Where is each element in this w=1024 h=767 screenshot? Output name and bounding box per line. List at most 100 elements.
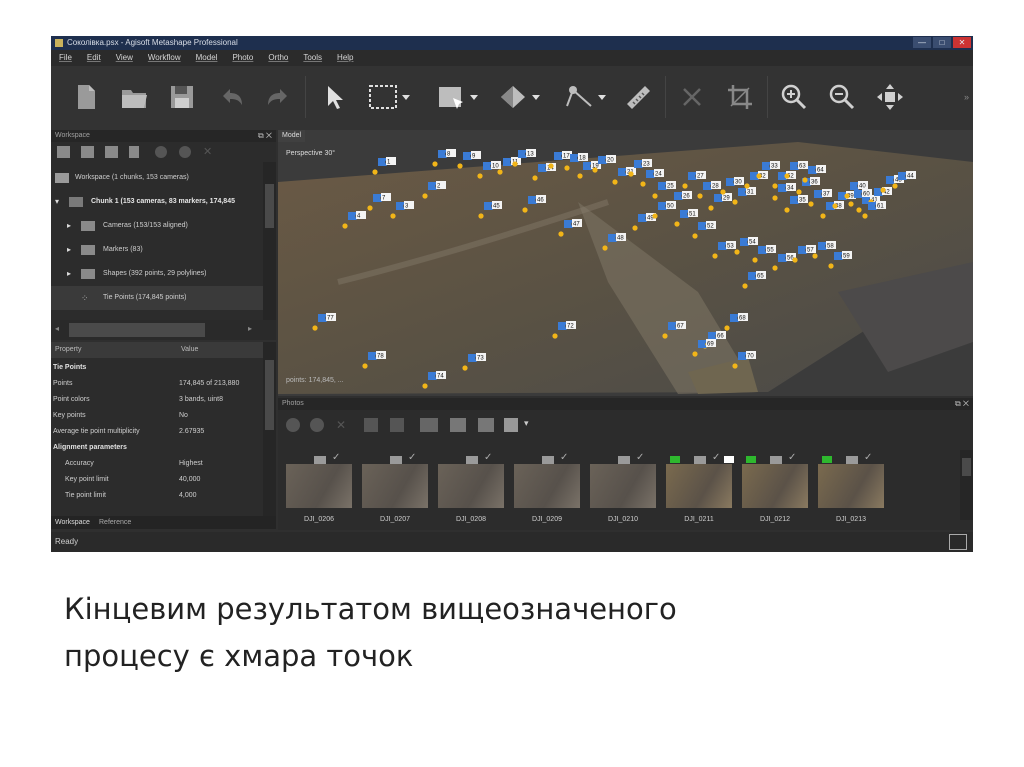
menu-photo[interactable]: Photo [232, 50, 253, 66]
menu-tools[interactable]: Tools [303, 50, 322, 66]
zoom-in-icon[interactable] [773, 76, 815, 118]
undo-icon[interactable] [211, 76, 253, 118]
mask-icon[interactable] [450, 418, 466, 432]
menu-workflow[interactable]: Workflow [148, 50, 181, 66]
property-row[interactable]: Key points No [51, 408, 261, 424]
minimize-button[interactable]: — [913, 37, 931, 48]
workspace-hscroll[interactable]: ◂ ▸ [51, 320, 276, 340]
menu-view[interactable]: View [116, 50, 133, 66]
tree-item-shapes[interactable]: ▸ Shapes (392 points, 29 polylines) [51, 262, 263, 286]
remove-icon[interactable]: ✕ [336, 418, 346, 432]
panel-controls-icon[interactable]: ⧉ ✕ [258, 130, 272, 142]
menu-ortho[interactable]: Ortho [268, 50, 288, 66]
resize-grip-icon[interactable] [949, 534, 967, 550]
expand-arrow-icon[interactable]: ▸ [67, 214, 71, 238]
column-property[interactable]: Property [55, 342, 81, 358]
open-folder-icon[interactable] [113, 76, 155, 118]
photo-thumbnail[interactable]: ✓ DJI_0213 [818, 452, 884, 523]
tree-item-chunk[interactable]: ▾ Chunk 1 (153 cameras, 83 markers, 174,… [51, 190, 263, 214]
tab-model[interactable]: Model [278, 130, 306, 142]
chevron-down-icon[interactable]: ▾ [524, 418, 529, 429]
tab-reference[interactable]: Reference [99, 516, 131, 529]
marker-point [732, 199, 738, 205]
sort-icon[interactable] [129, 146, 139, 158]
menu-help[interactable]: Help [337, 50, 353, 66]
workspace-vscroll[interactable] [263, 162, 276, 320]
maximize-button[interactable]: □ [933, 37, 951, 48]
marker-point [692, 233, 698, 239]
menu-model[interactable]: Model [196, 50, 218, 66]
scroll-thumb[interactable] [69, 323, 205, 337]
rotate-right-icon[interactable] [390, 418, 404, 432]
close-window-button[interactable]: ✕ [953, 37, 971, 48]
model-view[interactable]: Model 1234789101113141718192021232425262… [278, 130, 973, 396]
photo-thumbnail[interactable]: ✓ DJI_0212 [742, 452, 808, 523]
property-row[interactable]: Points 174,845 of 213,880 [51, 376, 261, 392]
expand-arrow-icon[interactable]: ▸ [67, 262, 71, 286]
toolbar-overflow-icon[interactable]: » [964, 92, 969, 102]
photos-vscroll[interactable] [960, 450, 973, 520]
filter-icon[interactable] [420, 418, 438, 432]
marker-point [756, 173, 762, 179]
tree-item-cameras[interactable]: ▸ Cameras (153/153 aligned) [51, 214, 263, 238]
navigation-icon[interactable] [491, 76, 547, 118]
crop-icon[interactable] [719, 76, 761, 118]
zoom-out-icon[interactable] [821, 76, 863, 118]
tree-item-tie-points[interactable]: ⁘ Tie Points (174,845 points) [51, 286, 263, 310]
tree-item-markers[interactable]: ▸ Markers (83) [51, 238, 263, 262]
property-row[interactable]: Tie point limit 4,000 [51, 488, 261, 504]
close-icon[interactable] [671, 76, 713, 118]
save-icon[interactable] [161, 76, 203, 118]
scroll-thumb[interactable] [962, 458, 971, 476]
disable-icon[interactable] [310, 418, 324, 432]
enable-icon[interactable] [286, 418, 300, 432]
menu-file[interactable]: File [59, 50, 72, 66]
scroll-thumb[interactable] [265, 360, 274, 430]
new-document-icon[interactable] [65, 76, 107, 118]
photo-thumbnail[interactable]: ✓ DJI_0211 [666, 452, 734, 523]
add-photos-icon[interactable] [81, 146, 94, 158]
property-row[interactable]: Average tie point multiplicity 2.67935 [51, 424, 261, 440]
marker-point [720, 189, 726, 195]
scroll-thumb[interactable] [265, 184, 274, 228]
photo-thumbnail[interactable]: ✓ DJI_0209 [514, 452, 580, 523]
scroll-right-icon[interactable]: ▸ [248, 324, 252, 333]
draw-shape-icon[interactable] [429, 76, 485, 118]
camera-icon [314, 456, 326, 464]
rectangle-select-icon[interactable] [361, 76, 417, 118]
ruler-icon[interactable] [617, 76, 659, 118]
rotate-left-icon[interactable] [364, 418, 378, 432]
expand-arrow-icon[interactable]: ▸ [67, 238, 71, 262]
pointer-icon[interactable] [313, 76, 355, 118]
photo-thumbnail[interactable]: ✓ DJI_0210 [590, 452, 656, 523]
property-row[interactable]: Tie Points [51, 360, 261, 376]
grid-view-icon[interactable] [504, 418, 518, 432]
menu-edit[interactable]: Edit [87, 50, 101, 66]
add-marker-icon[interactable] [105, 146, 118, 158]
properties-vscroll[interactable] [263, 342, 276, 516]
scroll-left-icon[interactable]: ◂ [55, 324, 59, 333]
property-row[interactable]: Point colors 3 bands, uint8 [51, 392, 261, 408]
photo-thumbnail[interactable]: ✓ DJI_0206 [286, 452, 352, 523]
property-row[interactable]: Key point limit 40,000 [51, 472, 261, 488]
property-row[interactable]: Accuracy Highest [51, 456, 261, 472]
point-cloud-scene[interactable]: 1234789101113141718192021232425262728293… [278, 142, 973, 394]
photo-thumbnail[interactable]: ✓ DJI_0207 [362, 452, 428, 523]
column-value[interactable]: Value [181, 342, 198, 358]
expand-arrow-icon[interactable]: ▾ [55, 190, 59, 214]
remove-icon[interactable]: ✕ [203, 146, 216, 158]
photo-thumbnail[interactable]: ✓ DJI_0208 [438, 452, 504, 523]
enable-icon[interactable] [155, 146, 167, 158]
disable-icon[interactable] [179, 146, 191, 158]
tree-item-workspace[interactable]: Workspace (1 chunks, 153 cameras) [51, 166, 263, 190]
marker-label: 25 [667, 184, 674, 190]
reset-view-icon[interactable] [869, 76, 911, 118]
ruler-point-icon[interactable] [557, 76, 613, 118]
tab-workspace[interactable]: Workspace [55, 516, 90, 529]
redo-icon[interactable] [257, 76, 299, 118]
add-chunk-icon[interactable] [57, 146, 70, 158]
overlay-icon[interactable] [478, 418, 494, 432]
panel-controls-icon[interactable]: ⧉ ✕ [955, 398, 969, 410]
property-row[interactable]: Alignment parameters [51, 440, 261, 456]
marker-point [772, 183, 778, 189]
